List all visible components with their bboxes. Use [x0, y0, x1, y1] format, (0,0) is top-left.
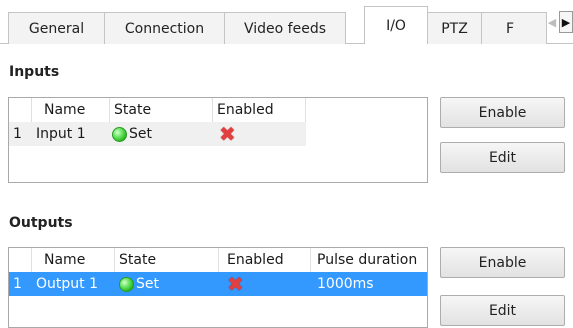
inputs-col-enabled[interactable]: Enabled	[213, 98, 306, 122]
tab-general[interactable]: General	[8, 12, 105, 44]
tab-io[interactable]: I/O	[364, 6, 428, 44]
output-name: Output 1	[36, 276, 98, 292]
tab-connection[interactable]: Connection	[104, 12, 225, 44]
outputs-col-pulse-duration[interactable]: Pulse duration	[311, 248, 427, 272]
inputs-table: Name State Enabled 1 Input 1 Set ✖	[8, 97, 428, 183]
table-row[interactable]: 1 Input 1 Set ✖	[9, 122, 306, 146]
row-index: 1	[13, 276, 22, 292]
row-index: 1	[13, 126, 22, 142]
outputs-edit-button[interactable]: Edit	[440, 295, 565, 326]
input-state: Set	[129, 126, 152, 142]
outputs-title: Outputs	[9, 215, 73, 231]
tab-strip: General Connection Video feeds I/O PTZ F…	[0, 0, 573, 44]
inputs-col-state[interactable]: State	[110, 98, 213, 122]
output-pulse-duration: 1000ms	[317, 276, 374, 292]
scroll-left-arrow-icon[interactable]: ◀	[545, 11, 559, 33]
green-dot-icon	[112, 126, 127, 142]
outputs-col-index	[9, 248, 32, 272]
inputs-table-header: Name State Enabled	[9, 98, 427, 122]
inputs-edit-button[interactable]: Edit	[440, 142, 565, 173]
inputs-col-index	[9, 98, 32, 122]
outputs-table-header: Name State Enabled Pulse duration	[9, 248, 427, 272]
inputs-title: Inputs	[9, 64, 60, 80]
inputs-col-name[interactable]: Name	[32, 98, 110, 122]
outputs-col-enabled[interactable]: Enabled	[219, 248, 311, 272]
output-state: Set	[136, 276, 159, 292]
outputs-table: Name State Enabled Pulse duration 1 Outp…	[8, 247, 428, 328]
tab-video-feeds[interactable]: Video feeds	[224, 12, 346, 44]
red-x-icon[interactable]: ✖	[227, 274, 244, 294]
outputs-enable-button[interactable]: Enable	[440, 247, 565, 278]
input-name: Input 1	[36, 126, 86, 142]
outputs-col-state[interactable]: State	[115, 248, 219, 272]
red-x-icon[interactable]: ✖	[219, 124, 236, 144]
outputs-col-name[interactable]: Name	[32, 248, 115, 272]
tab-scroll-buttons: ◀ ▶	[545, 11, 573, 33]
scroll-right-arrow-icon[interactable]: ▶	[559, 11, 573, 33]
tab-truncated[interactable]: F	[481, 12, 547, 44]
tab-ptz[interactable]: PTZ	[427, 12, 482, 44]
inputs-enable-button[interactable]: Enable	[440, 97, 565, 128]
green-dot-icon	[119, 276, 134, 292]
table-row[interactable]: 1 Output 1 Set ✖ 1000ms	[9, 272, 427, 296]
